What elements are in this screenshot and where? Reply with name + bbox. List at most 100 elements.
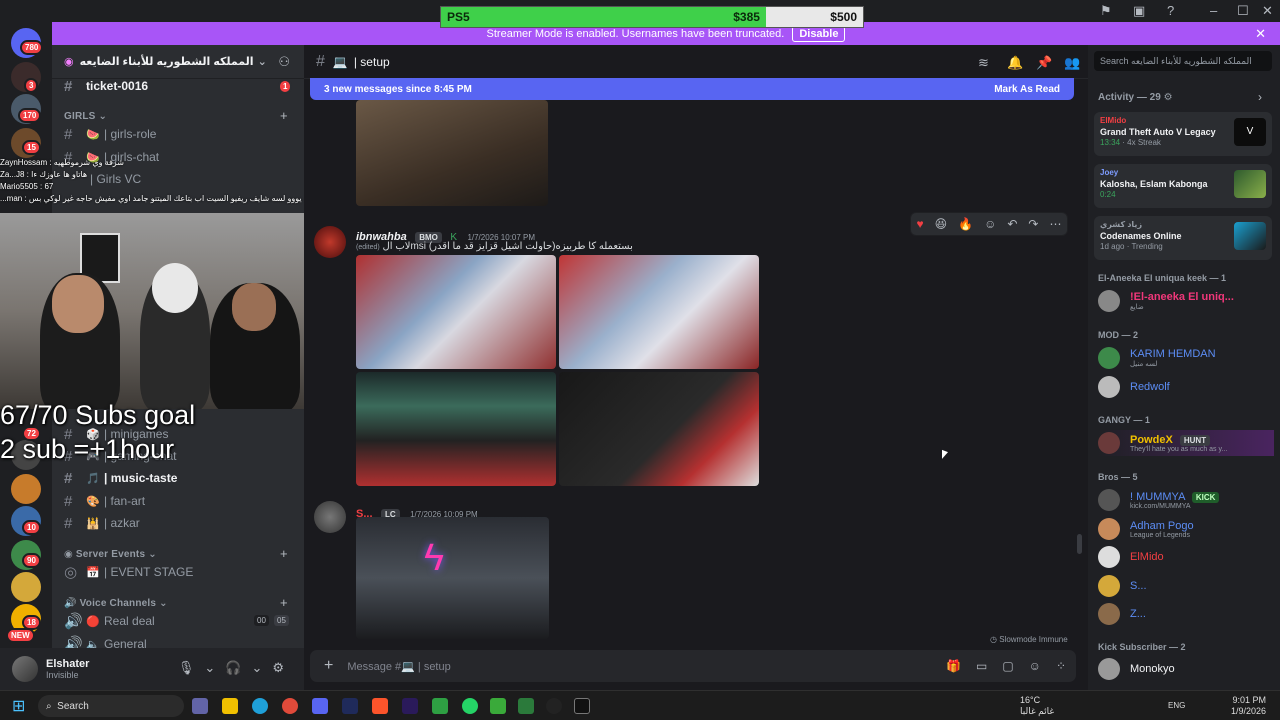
screen-icon[interactable]: ▣ [1133, 3, 1145, 19]
attachment-image[interactable]: ϟ [356, 517, 549, 639]
avatar[interactable] [314, 226, 346, 258]
attachment-image[interactable] [356, 255, 556, 369]
channel-real-deal[interactable]: 🔊 🔴 Real deal [64, 611, 155, 631]
computer-icon: 💻 [332, 54, 348, 69]
attachment-image[interactable] [356, 100, 548, 206]
clock[interactable]: 9:01 PM 1/9/2026 [1231, 695, 1266, 717]
whatsapp-icon[interactable] [462, 698, 478, 714]
goal-target: $500 [830, 10, 857, 24]
member-item[interactable]: S... [1098, 573, 1274, 599]
premiere-icon[interactable] [402, 698, 418, 714]
minecraft-icon[interactable] [490, 698, 506, 714]
close-icon[interactable]: ✕ [1262, 3, 1273, 19]
more-icon[interactable]: ⋯ [1049, 217, 1061, 231]
channel-fan-art[interactable]: # 🎨 | fan-art [64, 491, 145, 511]
sticker-icon[interactable]: ▢ [1002, 659, 1013, 673]
threads-icon[interactable]: ≋ [978, 55, 989, 71]
category-voice[interactable]: 🔊 Voice Channels ⌄ [64, 598, 168, 609]
attachment-image[interactable] [356, 372, 556, 486]
channel-azkar[interactable]: # 🕌 | azkar [64, 513, 140, 533]
language-indicator[interactable]: ENG [1168, 701, 1185, 710]
member-item[interactable]: Z... [1098, 601, 1274, 627]
reply-icon[interactable]: ↶ [1007, 217, 1017, 231]
server-icon[interactable] [11, 474, 41, 504]
search-input[interactable]: Search المملكه الشطوريه للأبناء الضايعه [1094, 51, 1272, 71]
bell-icon[interactable]: 🔔 [1007, 55, 1023, 71]
avatar[interactable] [12, 656, 38, 682]
headphones-icon[interactable]: 🎧 [225, 660, 241, 676]
member-item[interactable]: Adham Pogo League of Legends [1098, 516, 1274, 542]
member-item[interactable]: Monokyo [1098, 656, 1274, 682]
members-icon[interactable]: 👥 [1064, 55, 1080, 71]
activity-card[interactable]: زياد كشري Codenames Online 1d ago · Tren… [1094, 216, 1272, 260]
mark-as-read-button[interactable]: Mark As Read [994, 84, 1060, 95]
chrome-icon[interactable] [282, 698, 298, 714]
channel-event-stage[interactable]: ◎ 📅 | EVENT STAGE [64, 562, 193, 582]
add-channel-icon[interactable]: + [280, 595, 288, 610]
gear-icon[interactable]: ⚙ [272, 660, 284, 676]
stage-icon: ◎ [64, 564, 78, 581]
server-header[interactable]: ◉ المملكه الشطوريه للأبناء الضايعه ⌄ ⚇ [52, 45, 304, 79]
add-reaction-icon[interactable]: ☺ [984, 217, 996, 231]
member-item[interactable]: ! MUMMYA KICK kick.com/MUMMYA [1098, 487, 1274, 513]
member-item[interactable]: ElMido [1098, 544, 1274, 570]
weather-widget[interactable]: 16°C غائم غالبا [1020, 695, 1054, 717]
channel-ticket[interactable]: # ticket-0016 [64, 76, 148, 96]
add-channel-icon[interactable]: + [280, 546, 288, 561]
add-channel-icon[interactable]: + [280, 108, 288, 123]
discord-icon[interactable] [312, 698, 328, 714]
obs-icon[interactable] [546, 698, 562, 714]
app-icon[interactable] [432, 698, 448, 714]
new-messages-bar[interactable]: 3 new messages since 8:45 PM Mark As Rea… [310, 78, 1074, 100]
attachment-image[interactable] [559, 372, 759, 486]
photoshop-icon[interactable] [342, 698, 358, 714]
activity-card[interactable]: Joey Kalosha, Eslam Kabonga 0:24 [1094, 164, 1272, 208]
app-icon[interactable] [518, 698, 534, 714]
attachment-image[interactable] [559, 255, 759, 369]
avatar[interactable] [314, 501, 346, 533]
message-composer[interactable]: + Message #💻 | setup 🎁 ▭ ▢ ☺ ⁘ [310, 650, 1076, 682]
emoji-icon: 🍉 [86, 128, 100, 141]
activity-card[interactable]: ElMido Grand Theft Auto V Legacy 13:34 ·… [1094, 112, 1272, 156]
windows-start-icon[interactable]: ⊞ [12, 696, 25, 716]
heart-reaction-icon[interactable]: ♥ [917, 217, 924, 231]
laugh-reaction-icon[interactable]: 😆 [935, 217, 948, 231]
channel-music-taste[interactable]: # 🎵 | music-taste [64, 468, 177, 488]
server-icon[interactable] [11, 572, 41, 602]
gift-icon[interactable]: 🎁 [946, 659, 961, 673]
apps-icon[interactable]: ⁘ [1056, 659, 1066, 673]
voice-user-count: 00 [254, 615, 269, 626]
epic-games-icon[interactable] [574, 698, 590, 714]
file-explorer-icon[interactable] [222, 698, 238, 714]
minimize-icon[interactable]: – [1210, 3, 1217, 18]
forward-icon[interactable]: ↷ [1028, 217, 1038, 231]
inbox-icon[interactable]: ⚑ [1100, 3, 1112, 19]
member-item[interactable]: KARIM HEMDAN لسه منيل [1098, 345, 1274, 371]
microphone-icon[interactable]: 🎙 [178, 660, 195, 676]
member-item[interactable]: !El-aneeka El uniq... ضايع [1098, 288, 1274, 314]
brave-icon[interactable] [372, 698, 388, 714]
category-girls[interactable]: GIRLS ⌄ [64, 111, 107, 122]
teams-icon[interactable] [192, 698, 208, 714]
maximize-icon[interactable]: ☐ [1237, 3, 1249, 19]
chevron-right-icon[interactable]: › [1258, 90, 1262, 104]
close-icon[interactable]: ✕ [1255, 26, 1266, 42]
add-friend-icon[interactable]: ⚇ [278, 54, 290, 70]
channel-girls-role[interactable]: # 🍉 | girls-role [64, 124, 156, 144]
pin-icon[interactable]: 📌 [1036, 55, 1052, 71]
member-item[interactable]: Redwolf [1098, 374, 1274, 400]
add-attachment-icon[interactable]: + [324, 657, 333, 675]
gif-icon[interactable]: ▭ [976, 659, 987, 673]
fire-reaction-icon[interactable]: 🔥 [958, 217, 973, 231]
taskbar-search[interactable]: ⌕ Search [38, 695, 184, 717]
server-badge: 170 [18, 108, 42, 123]
help-icon[interactable]: ? [1167, 3, 1174, 18]
member-item[interactable]: PowdeX HUNT They'll hate you as much as y… [1098, 430, 1274, 456]
chevron-down-icon[interactable]: ⌄ [251, 660, 262, 676]
server-badge: 15 [22, 140, 41, 155]
emoji-icon[interactable]: ☺ [1029, 659, 1041, 673]
chevron-down-icon[interactable]: ⌄ [204, 660, 215, 676]
category-server-events[interactable]: ◉ Server Events ⌄ [64, 549, 157, 560]
scrollbar[interactable] [1077, 534, 1082, 554]
edge-icon[interactable] [252, 698, 268, 714]
